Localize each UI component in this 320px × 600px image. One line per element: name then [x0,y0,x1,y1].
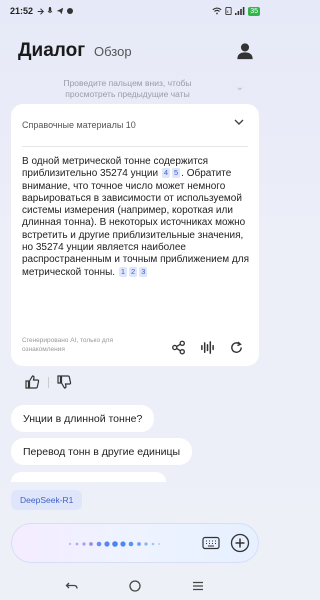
divider [22,146,248,147]
audio-wave-icon [200,340,214,354]
suggestion-chip[interactable]: Унции в длинной тонне? [11,405,155,432]
add-icon[interactable] [230,533,250,553]
telegram-icon [56,7,64,15]
pull-down-hint: Проведите пальцем вниз, чтобы просмотрет… [63,78,192,99]
answer-paragraph-2: . Обратите внимание, что точное число мо… [22,168,250,278]
thumbs-up-icon[interactable] [24,374,40,390]
voice-input-bar[interactable] [11,523,259,563]
system-nav-bar [0,576,270,596]
divider [48,377,49,388]
share-icon [171,340,185,354]
answer-text: В одной метрической тонне содержится при… [22,156,254,279]
citation-badge[interactable]: 2 [129,266,138,277]
tab-overview[interactable]: Обзор [94,44,132,59]
chevron-down-icon: ⌄ [235,82,244,93]
svg-text:x: x [227,9,230,14]
regenerate-button[interactable] [227,338,245,356]
model-selector[interactable]: DeepSeek-R1 [11,490,83,510]
notification-icons [37,7,74,15]
suggestion-chip[interactable]: Перевод тонн в другие единицы [11,438,193,465]
listen-button[interactable] [198,338,216,356]
keyboard-icon[interactable] [202,535,220,551]
battery-indicator: 35 [248,6,260,16]
wifi-icon [212,7,222,15]
ai-generated-note: Сгенерировано AI, только для ознакомлени… [22,337,113,353]
thumbs-down-icon[interactable] [56,374,72,390]
citation-badge[interactable]: 5 [172,168,181,179]
status-time: 21:52 [10,6,34,16]
share-button[interactable] [169,338,187,356]
refresh-icon [230,341,242,353]
voice-wave-icon [68,541,161,547]
answer-card: Справочные материалы 10 В одной метричес… [11,104,259,366]
mic-icon [47,7,53,13]
home-icon[interactable] [128,579,142,593]
citation-badge[interactable]: 4 [161,168,170,179]
user-profile-icon[interactable] [236,42,254,60]
suggestion-chip-partial[interactable] [11,472,166,482]
citation-badge[interactable]: 1 [118,266,128,277]
feedback-row [24,374,72,390]
back-icon[interactable] [65,579,79,593]
status-bar: 21:52 x 35 [0,0,270,22]
app-header: Диалог Обзор [0,38,270,68]
signal-icon [235,7,245,15]
chevron-down-icon[interactable] [233,116,245,128]
tab-dialog[interactable]: Диалог [18,40,85,62]
recent-apps-icon[interactable] [191,579,205,593]
citation-badge[interactable]: 3 [139,266,148,277]
arrow-icon [37,7,45,15]
references-toggle[interactable]: Справочные материалы 10 [22,120,248,134]
app-dot-icon [67,8,74,14]
sim-icon: x [225,7,232,15]
